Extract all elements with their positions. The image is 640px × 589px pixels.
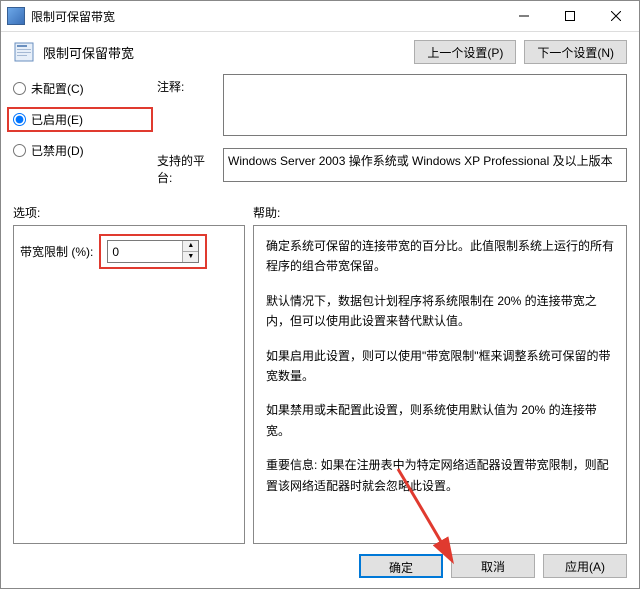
radio-disabled-input[interactable]	[13, 144, 26, 157]
next-setting-label: 下一个设置(N)	[537, 46, 614, 60]
comments-input[interactable]	[223, 74, 627, 136]
help-paragraph-3: 如果启用此设置，则可以使用"带宽限制"框来调整系统可保留的带宽数量。	[266, 346, 614, 387]
apply-label: 应用(A)	[565, 560, 605, 574]
maximize-icon	[565, 11, 575, 21]
radio-enabled-label: 已启用(E)	[31, 111, 83, 128]
bandwidth-limit-spinner[interactable]: ▲ ▼	[107, 240, 199, 263]
dialog-window: 限制可保留带宽 限制可保留带宽 上一个设置(P) 下一个设置(N)	[0, 0, 640, 589]
radio-disabled[interactable]: 已禁用(D)	[13, 142, 153, 159]
options-pane: 带宽限制 (%): ▲ ▼	[13, 225, 245, 544]
header-row: 限制可保留带宽 上一个设置(P) 下一个设置(N)	[13, 40, 627, 64]
maximize-button[interactable]	[547, 1, 593, 31]
help-paragraph-1: 确定系统可保留的连接带宽的百分比。此值限制系统上运行的所有程序的组合带宽保留。	[266, 236, 614, 277]
config-row: 未配置(C) 已启用(E) 已禁用(D) 注释: 支持的平台:	[13, 74, 627, 186]
policy-icon	[13, 41, 35, 63]
radio-disabled-label: 已禁用(D)	[31, 142, 84, 159]
previous-setting-button[interactable]: 上一个设置(P)	[414, 40, 516, 64]
cancel-label: 取消	[481, 560, 505, 574]
header-title: 限制可保留带宽	[43, 43, 134, 62]
footer: 确定 取消 应用(A)	[13, 554, 627, 578]
window-title: 限制可保留带宽	[31, 8, 501, 25]
section-labels: 选项: 帮助:	[13, 204, 627, 221]
cancel-button[interactable]: 取消	[451, 554, 535, 578]
minimize-icon	[519, 11, 529, 21]
window-controls	[501, 1, 639, 31]
ok-label: 确定	[389, 561, 413, 575]
help-paragraph-5: 重要信息: 如果在注册表中为特定网络适配器设置带宽限制，则配置该网络适配器时就会…	[266, 455, 614, 496]
titlebar: 限制可保留带宽	[1, 1, 639, 32]
platform-row: 支持的平台: Windows Server 2003 操作系统或 Windows…	[157, 148, 627, 186]
spinner-up-button[interactable]: ▲	[183, 241, 198, 252]
help-section-label: 帮助:	[253, 204, 627, 221]
app-icon	[7, 7, 25, 25]
state-radios: 未配置(C) 已启用(E) 已禁用(D)	[13, 74, 153, 159]
platform-label: 支持的平台:	[157, 148, 217, 186]
spinner-buttons: ▲ ▼	[182, 241, 198, 262]
help-paragraph-4: 如果禁用或未配置此设置，则系统使用默认值为 20% 的连接带宽。	[266, 400, 614, 441]
radio-enabled-input[interactable]	[13, 113, 26, 126]
comments-row: 注释:	[157, 74, 627, 136]
apply-button[interactable]: 应用(A)	[543, 554, 627, 578]
bandwidth-limit-highlight: ▲ ▼	[99, 234, 207, 269]
options-section-label: 选项:	[13, 204, 253, 221]
bandwidth-limit-row: 带宽限制 (%): ▲ ▼	[20, 234, 238, 269]
spinner-down-button[interactable]: ▼	[183, 252, 198, 262]
field-column: 注释: 支持的平台: Windows Server 2003 操作系统或 Win…	[157, 74, 627, 186]
dialog-body: 限制可保留带宽 上一个设置(P) 下一个设置(N) 未配置(C) 已启用(E) …	[1, 32, 639, 588]
radio-enabled[interactable]: 已启用(E)	[7, 107, 153, 132]
comments-label: 注释:	[157, 74, 217, 95]
previous-setting-label: 上一个设置(P)	[427, 46, 503, 60]
main-panes: 带宽限制 (%): ▲ ▼ 确定系统可保留的连接带宽的百分比。此值限制系统上运行…	[13, 225, 627, 544]
close-button[interactable]	[593, 1, 639, 31]
minimize-button[interactable]	[501, 1, 547, 31]
next-setting-button[interactable]: 下一个设置(N)	[524, 40, 627, 64]
help-paragraph-2: 默认情况下，数据包计划程序将系统限制在 20% 的连接带宽之内，但可以使用此设置…	[266, 291, 614, 332]
ok-button[interactable]: 确定	[359, 554, 443, 578]
platform-value: Windows Server 2003 操作系统或 Windows XP Pro…	[223, 148, 627, 182]
radio-not-configured-input[interactable]	[13, 82, 26, 95]
close-icon	[611, 11, 621, 21]
bandwidth-limit-label: 带宽限制 (%):	[20, 243, 93, 260]
radio-not-configured-label: 未配置(C)	[31, 80, 84, 97]
help-pane: 确定系统可保留的连接带宽的百分比。此值限制系统上运行的所有程序的组合带宽保留。 …	[253, 225, 627, 544]
radio-not-configured[interactable]: 未配置(C)	[13, 80, 153, 97]
bandwidth-limit-input[interactable]	[108, 245, 182, 259]
nav-buttons: 上一个设置(P) 下一个设置(N)	[414, 40, 627, 64]
